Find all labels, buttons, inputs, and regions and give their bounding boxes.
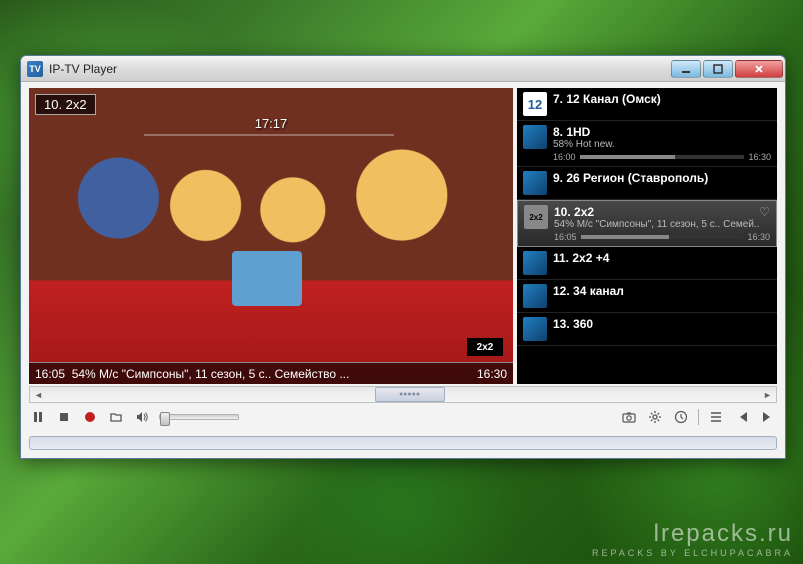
channel-body: 8. 1HD58% Hot new. 16:00 16:30 xyxy=(553,125,771,162)
channel-watermark-icon: 2x2 xyxy=(467,338,503,356)
playlist-button[interactable] xyxy=(707,408,725,426)
scroll-left-button[interactable]: ◄ xyxy=(30,387,47,402)
channel-item[interactable]: 9. 26 Регион (Ставрополь) xyxy=(517,167,777,200)
program-end: 16:30 xyxy=(748,152,771,162)
channel-body: 9. 26 Регион (Ставрополь) xyxy=(553,171,771,185)
program-end: 16:30 xyxy=(747,232,770,242)
channel-body: 12. 34 канал xyxy=(553,284,771,298)
prev-track-button[interactable] xyxy=(733,408,751,426)
progress-bar xyxy=(581,235,744,239)
program-start-time: 16:05 xyxy=(35,367,65,381)
video-channel-label: 10. 2x2 xyxy=(35,94,96,115)
open-button[interactable] xyxy=(107,408,125,426)
scroll-thumb[interactable]: ●●●●● xyxy=(375,387,445,402)
channel-program: 58% Hot new. xyxy=(553,139,771,150)
next-track-button[interactable] xyxy=(759,408,777,426)
stop-button[interactable] xyxy=(55,408,73,426)
channel-body: 13. 360 xyxy=(553,317,771,331)
channel-title: 8. 1HD xyxy=(553,125,771,139)
watermark-site: lrepacks.ru xyxy=(592,520,793,548)
channel-logo-icon xyxy=(523,125,547,149)
program-end-time: 16:30 xyxy=(477,367,507,381)
channel-body: 11. 2x2 +4 xyxy=(553,251,771,265)
video-live-time: 17:17 xyxy=(255,116,288,131)
channel-logo-icon: 12 xyxy=(523,92,547,116)
channel-title: 7. 12 Канал (Омск) xyxy=(553,92,771,106)
channel-item[interactable]: 8. 1HD58% Hot new. 16:00 16:30 xyxy=(517,121,777,167)
favorite-icon[interactable]: ♡ xyxy=(759,205,770,219)
watermark: lrepacks.ru REPACKS BY ELCHUPACABRA xyxy=(592,520,793,558)
toolbar-separator xyxy=(698,409,699,425)
app-icon: TV xyxy=(27,61,43,77)
pause-button[interactable] xyxy=(29,408,47,426)
video-content xyxy=(29,88,513,384)
channel-logo-icon xyxy=(523,317,547,341)
channel-logo-icon xyxy=(523,284,547,308)
maximize-button[interactable] xyxy=(703,60,733,78)
channel-progress: 16:00 16:30 xyxy=(553,152,771,162)
channel-title: 11. 2x2 +4 xyxy=(553,251,771,265)
titlebar[interactable]: TV IP-TV Player xyxy=(21,56,785,82)
scroll-right-button[interactable]: ► xyxy=(759,387,776,402)
horizontal-scrollbar[interactable]: ◄ ●●●●● ► xyxy=(29,386,777,403)
record-button[interactable] xyxy=(81,408,99,426)
video-info-bar: 16:05 54% М/с "Симпсоны", 11 сезон, 5 с.… xyxy=(29,362,513,384)
watermark-tagline: REPACKS BY ELCHUPACABRA xyxy=(592,548,793,558)
channel-item[interactable]: 12. 34 канал xyxy=(517,280,777,313)
channel-title: 12. 34 канал xyxy=(553,284,771,298)
close-button[interactable] xyxy=(735,60,783,78)
scroll-track[interactable]: ●●●●● xyxy=(47,387,759,402)
program-start: 16:00 xyxy=(553,152,576,162)
volume-slider[interactable] xyxy=(159,414,239,420)
channel-title: 13. 360 xyxy=(553,317,771,331)
channel-item[interactable]: 2x2 10. 2x2 ♡54% М/с "Симпсоны", 11 сезон,… xyxy=(517,200,777,247)
progress-bar xyxy=(580,155,745,159)
screenshot-button[interactable] xyxy=(620,408,638,426)
channel-item[interactable]: 11. 2x2 +4 xyxy=(517,247,777,280)
video-osd-progress xyxy=(144,134,394,136)
program-info: 54% М/с "Симпсоны", 11 сезон, 5 с.. Семе… xyxy=(72,367,350,381)
window-title: IP-TV Player xyxy=(49,62,669,76)
seek-bar[interactable] xyxy=(29,436,777,450)
channel-list[interactable]: 12 7. 12 Канал (Омск) 8. 1HD58% Hot new. 16… xyxy=(517,88,777,384)
channel-body: 7. 12 Канал (Омск) xyxy=(553,92,771,106)
channel-item[interactable]: 12 7. 12 Канал (Омск) xyxy=(517,88,777,121)
channel-item[interactable]: 13. 360 xyxy=(517,313,777,346)
channel-title: 10. 2x2 xyxy=(554,205,755,219)
channel-logo-icon xyxy=(523,171,547,195)
video-panel[interactable]: 10. 2x2 17:17 2x2 16:05 54% М/с "Симпсон… xyxy=(29,88,513,384)
toolbar xyxy=(29,406,777,428)
channel-logo-icon xyxy=(523,251,547,275)
program-start: 16:05 xyxy=(554,232,577,242)
app-window: TV IP-TV Player 10. 2x2 17:17 2x2 16:05 … xyxy=(20,55,786,459)
channel-body: 10. 2x2 ♡54% М/с "Симпсоны", 11 сезон, 5 … xyxy=(554,205,770,242)
channel-title: 9. 26 Регион (Ставрополь) xyxy=(553,171,771,185)
volume-button[interactable] xyxy=(133,408,151,426)
settings-button[interactable] xyxy=(646,408,664,426)
channel-logo-icon: 2x2 xyxy=(524,205,548,229)
channel-progress: 16:05 16:30 xyxy=(554,232,770,242)
schedule-button[interactable] xyxy=(672,408,690,426)
channel-program: 54% М/с "Симпсоны", 11 сезон, 5 с.. Семе… xyxy=(554,219,770,230)
minimize-button[interactable] xyxy=(671,60,701,78)
content-area: 10. 2x2 17:17 2x2 16:05 54% М/с "Симпсон… xyxy=(21,82,785,458)
